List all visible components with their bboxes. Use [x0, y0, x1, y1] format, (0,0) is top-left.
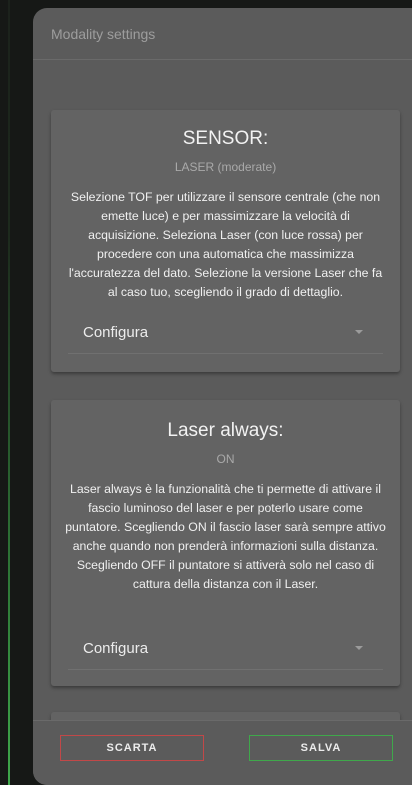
dialog-title: Modality settings — [33, 8, 412, 60]
sensor-configure-label: Configura — [83, 324, 149, 341]
laser-always-card: Laser always: ON Laser always è la funzi… — [51, 400, 400, 686]
dialog-footer: SCARTA SALVA — [33, 720, 412, 785]
chevron-down-icon — [355, 330, 363, 334]
laser-always-card-title: Laser always: — [167, 420, 284, 441]
chevron-down-icon — [355, 646, 363, 650]
sensor-card-title: SENSOR: — [182, 128, 269, 149]
laser-always-configure-label: Configura — [83, 640, 149, 657]
sensor-card: SENSOR: LASER (moderate) Selezione TOF p… — [51, 110, 400, 372]
sensor-card-description: Selezione TOF per utilizzare il sensore … — [68, 190, 383, 299]
laser-always-card-description: Laser always è la funzionalità che ti pe… — [65, 482, 386, 591]
partial-card — [51, 712, 400, 720]
laser-always-card-value: ON — [216, 452, 235, 466]
save-button[interactable]: SALVA — [249, 735, 393, 761]
settings-scroll-area[interactable]: SENSOR: LASER (moderate) Selezione TOF p… — [33, 60, 412, 720]
discard-button[interactable]: SCARTA — [60, 735, 204, 761]
backdrop-accent-line — [8, 0, 10, 785]
sensor-configure-dropdown[interactable]: Configura — [68, 314, 383, 354]
modality-settings-dialog: Modality settings SENSOR: LASER (moderat… — [33, 8, 412, 785]
laser-always-configure-dropdown[interactable]: Configura — [68, 630, 383, 670]
sensor-card-value: LASER (moderate) — [174, 160, 277, 174]
